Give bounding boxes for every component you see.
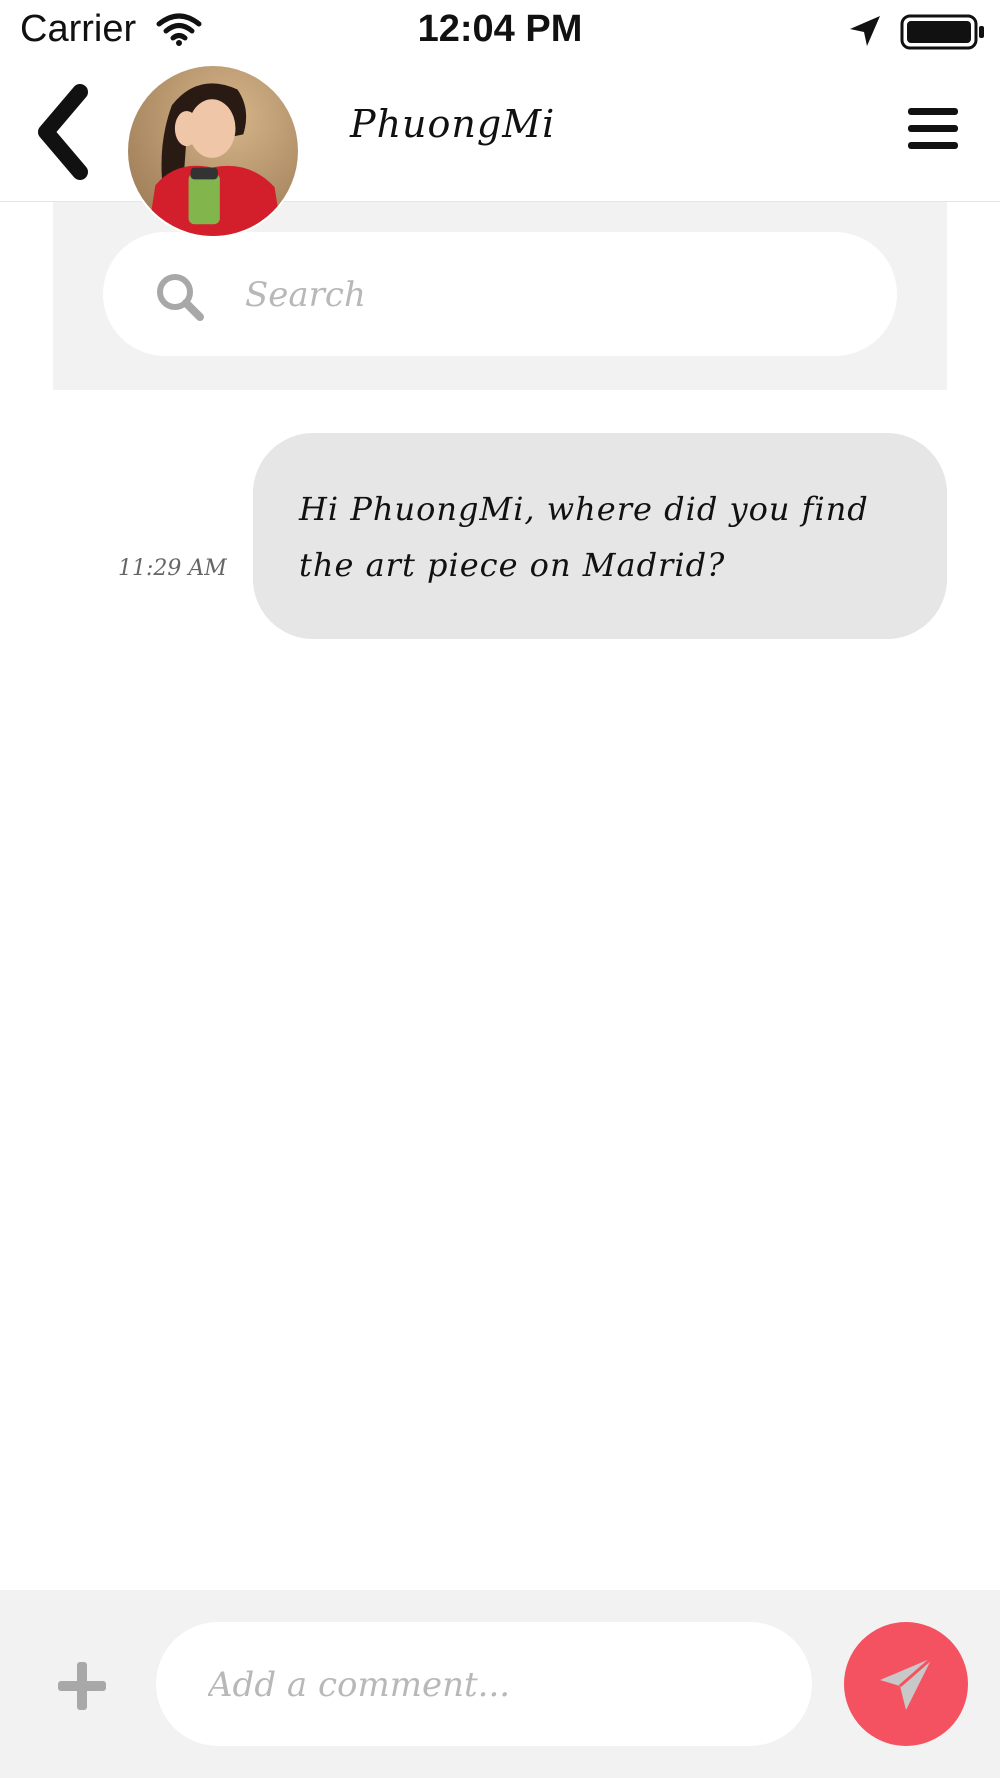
- message-timestamp: 11:29 AM: [118, 556, 227, 581]
- status-bar: Carrier 12:04 PM: [0, 0, 1000, 64]
- chat-header: PhuongMi: [0, 64, 1000, 238]
- battery-icon: [900, 14, 984, 50]
- location-icon: [850, 16, 880, 46]
- add-button[interactable]: [58, 1662, 106, 1710]
- comment-input[interactable]: [206, 1650, 766, 1720]
- search-field[interactable]: [103, 232, 897, 356]
- hamburger-menu-icon-line: [908, 142, 958, 149]
- paper-plane-icon: [880, 1656, 933, 1710]
- search-input[interactable]: [243, 260, 843, 330]
- comment-field[interactable]: [156, 1622, 812, 1746]
- menu-button[interactable]: [908, 108, 958, 150]
- hamburger-menu-icon-line: [908, 125, 958, 132]
- send-button[interactable]: [844, 1622, 968, 1746]
- avatar[interactable]: [126, 64, 300, 238]
- hamburger-menu-icon: [908, 108, 958, 115]
- search-icon: [157, 274, 204, 321]
- profile-photo: [128, 66, 298, 236]
- contact-name: PhuongMi: [350, 102, 556, 146]
- comment-composer: [0, 1590, 1000, 1778]
- message-bubble[interactable]: Hi PhuongMi, where did you find the art …: [253, 433, 947, 639]
- back-button[interactable]: [26, 82, 96, 182]
- message-text: Hi PhuongMi, where did you find the art …: [299, 490, 869, 584]
